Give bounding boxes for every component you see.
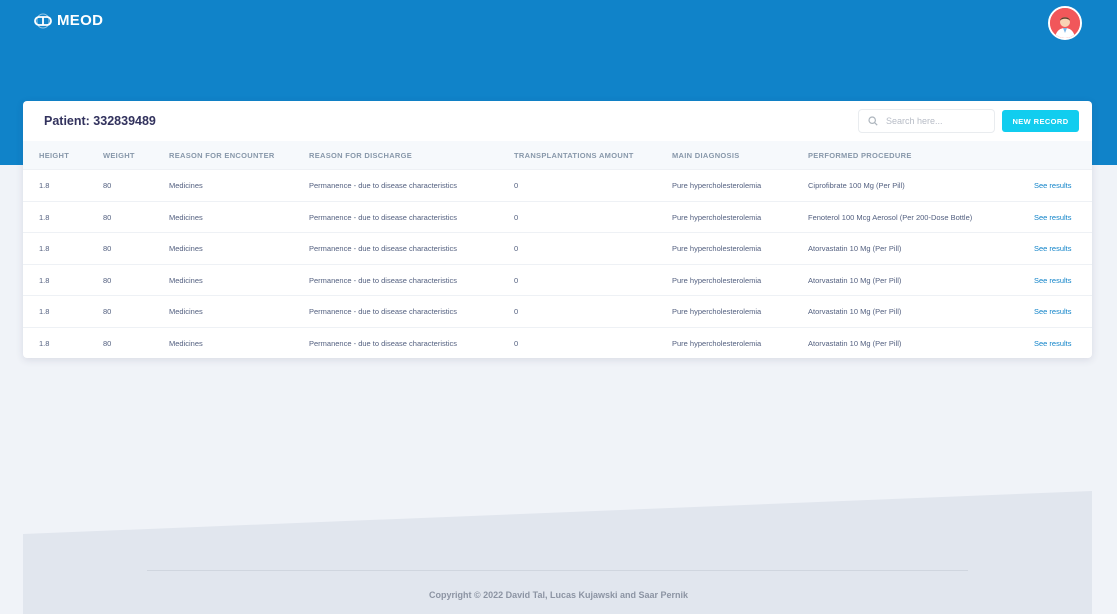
cell-weight: 80 — [103, 212, 112, 222]
see-results-link[interactable]: See results — [1034, 213, 1072, 222]
cell-reason-for-discharge: Permanence - due to disease characterist… — [309, 181, 457, 190]
table-row: 1.8 80 Medicines Permanence - due to dis… — [23, 169, 1092, 201]
patient-records-card: Patient: 332839489 NEW RECORD HEIGHT WEI… — [23, 101, 1092, 358]
cell-height: 1.8 — [39, 275, 50, 285]
cell-main-diagnosis: Pure hypercholesterolemia — [672, 307, 762, 317]
cell-reason-for-encounter: Medicines — [169, 244, 203, 254]
cell-reason-for-discharge: Permanence - due to disease characterist… — [309, 339, 457, 348]
cell-reason-for-encounter: Medicines — [169, 275, 203, 285]
cell-transplantations-amount: 0 — [514, 339, 519, 348]
column-header-main-diagnosis: MAIN DIAGNOSIS — [672, 151, 740, 160]
table-row: 1.8 80 Medicines Permanence - due to dis… — [23, 327, 1092, 358]
column-header-reason-for-discharge: REASON FOR DISCHARGE — [309, 151, 413, 160]
table-row: 1.8 80 Medicines Permanence - due to dis… — [23, 263, 1092, 296]
cell-height: 1.8 — [39, 212, 50, 222]
cell-main-diagnosis: Pure hypercholesterolemia — [672, 244, 762, 254]
see-results-link[interactable]: See results — [1034, 339, 1072, 348]
footer-copyright: Copyright © 2022 David Tal, Lucas Kujaws… — [428, 590, 689, 600]
cell-weight: 80 — [103, 339, 112, 348]
cell-height: 1.8 — [39, 307, 50, 317]
cell-reason-for-encounter: Medicines — [169, 339, 203, 348]
cell-transplantations-amount: 0 — [514, 212, 519, 222]
cell-height: 1.8 — [39, 339, 50, 348]
search-icon — [868, 116, 878, 126]
cell-transplantations-amount: 0 — [514, 181, 519, 190]
see-results-link[interactable]: See results — [1034, 244, 1072, 253]
cell-main-diagnosis: Pure hypercholesterolemia — [672, 181, 762, 190]
column-header-transplantations-amount: TRANSPLANTATIONS AMOUNT — [514, 151, 634, 160]
search-box[interactable] — [858, 109, 995, 133]
see-results-link[interactable]: See results — [1034, 276, 1072, 285]
cell-height: 1.8 — [39, 181, 50, 190]
cell-reason-for-discharge: Permanence - due to disease characterist… — [309, 275, 457, 285]
cell-main-diagnosis: Pure hypercholesterolemia — [672, 275, 762, 285]
cell-performed-procedure: Fenoterol 100 Mcg Aerosol (Per 200-Dose … — [808, 212, 973, 222]
cell-weight: 80 — [103, 307, 112, 317]
see-results-link[interactable]: See results — [1034, 181, 1072, 190]
cell-weight: 80 — [103, 181, 112, 190]
cell-performed-procedure: Atorvastatin 10 Mg (Per Pill) — [808, 275, 902, 285]
cell-weight: 80 — [103, 275, 112, 285]
column-header-performed-procedure: PERFORMED PROCEDURE — [808, 151, 912, 160]
brand-logo[interactable]: MEOD — [33, 12, 103, 29]
cell-reason-for-discharge: Permanence - due to disease characterist… — [309, 244, 457, 254]
see-results-link[interactable]: See results — [1034, 307, 1072, 316]
table-row: 1.8 80 Medicines Permanence - due to dis… — [23, 295, 1092, 327]
cell-transplantations-amount: 0 — [514, 275, 519, 285]
table-header: HEIGHT WEIGHT REASON FOR ENCOUNTER REASO… — [23, 141, 1092, 169]
table-row: 1.8 80 Medicines Permanence - due to dis… — [23, 232, 1092, 264]
cell-weight: 80 — [103, 244, 112, 254]
table-row: 1.8 80 Medicines Permanence - due to dis… — [23, 200, 1092, 233]
cell-transplantations-amount: 0 — [514, 307, 519, 317]
brand-name: MEOD — [57, 12, 104, 29]
cell-height: 1.8 — [39, 244, 50, 254]
new-record-button[interactable]: NEW RECORD — [1002, 110, 1079, 132]
cell-reason-for-encounter: Medicines — [169, 181, 203, 190]
footer-divider — [147, 570, 968, 571]
cell-reason-for-discharge: Permanence - due to disease characterist… — [309, 212, 457, 222]
column-header-weight: WEIGHT — [103, 151, 135, 160]
capsule-logo-icon — [34, 13, 52, 28]
cell-performed-procedure: Atorvastatin 10 Mg (Per Pill) — [808, 307, 902, 317]
search-input[interactable] — [886, 116, 986, 126]
cell-performed-procedure: Ciprofibrate 100 Mg (Per Pill) — [808, 181, 905, 190]
cell-reason-for-discharge: Permanence - due to disease characterist… — [309, 307, 457, 317]
user-avatar[interactable] — [1048, 6, 1082, 40]
cell-performed-procedure: Atorvastatin 10 Mg (Per Pill) — [808, 244, 902, 254]
doctor-avatar-icon — [1050, 8, 1080, 38]
patient-title: Patient: 332839489 — [44, 114, 156, 128]
cell-main-diagnosis: Pure hypercholesterolemia — [672, 212, 762, 222]
column-header-reason-for-encounter: REASON FOR ENCOUNTER — [169, 151, 275, 160]
column-header-height: HEIGHT — [39, 151, 70, 160]
cell-transplantations-amount: 0 — [514, 244, 519, 254]
cell-reason-for-encounter: Medicines — [169, 307, 203, 317]
cell-performed-procedure: Atorvastatin 10 Mg (Per Pill) — [808, 339, 902, 348]
cell-reason-for-encounter: Medicines — [169, 212, 203, 222]
cell-main-diagnosis: Pure hypercholesterolemia — [672, 339, 762, 348]
